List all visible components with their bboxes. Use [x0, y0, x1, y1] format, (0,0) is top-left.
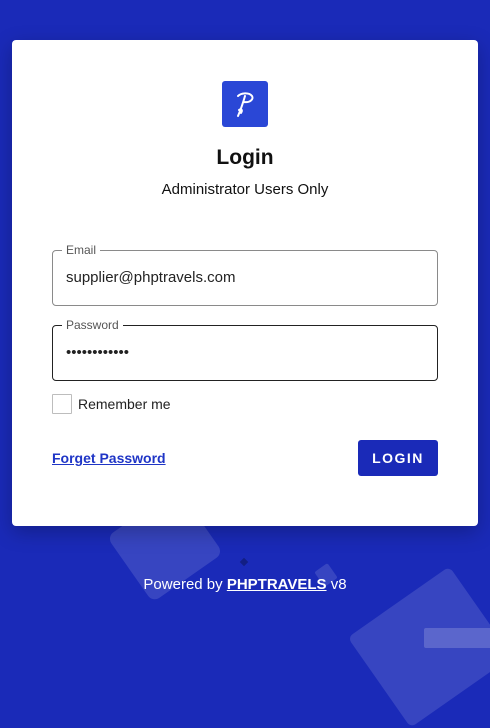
page-subtitle: Administrator Users Only [161, 181, 329, 198]
footer-prefix: Powered by [143, 576, 227, 593]
email-field[interactable]: Email supplier@phptravels.com [52, 243, 438, 306]
footer-brand-link[interactable]: PHPTRAVELS [227, 576, 327, 593]
remember-me[interactable]: Remember me [52, 394, 171, 414]
footer-version: v8 [326, 576, 347, 593]
login-button[interactable]: LOGIN [358, 440, 438, 476]
page-title: Login [216, 146, 274, 169]
email-value: supplier@phptravels.com [66, 269, 236, 286]
remember-me-checkbox[interactable] [52, 394, 72, 414]
password-value: •••••••••••• [66, 344, 130, 361]
password-field[interactable]: Password •••••••••••• [52, 318, 438, 381]
forget-password-link[interactable]: Forget Password [52, 450, 166, 466]
footer: Powered by PHPTRAVELS v8 [0, 576, 490, 593]
remember-me-label: Remember me [78, 396, 171, 412]
phptravels-logo-icon [222, 81, 268, 127]
background-dot [239, 557, 249, 567]
login-card: Login Administrator Users Only Email sup… [12, 40, 478, 526]
background-shape [424, 628, 490, 648]
